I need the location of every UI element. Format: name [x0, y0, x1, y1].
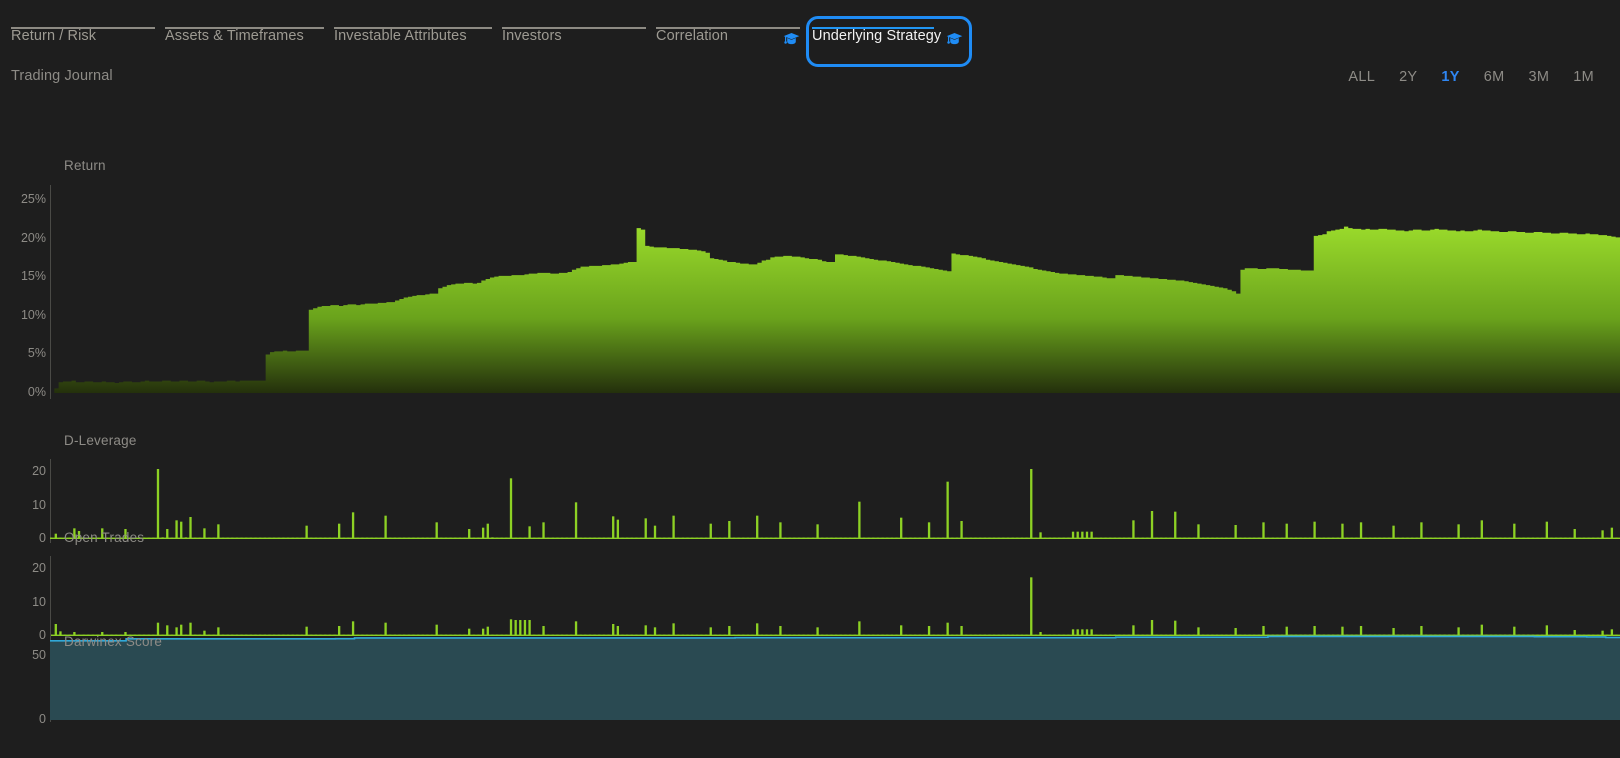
y-tick-label: 5%: [27, 346, 46, 361]
tab-correlation[interactable]: Correlation: [656, 28, 728, 60]
tab-underline-investors: [502, 27, 646, 29]
range-6m[interactable]: 6M: [1472, 69, 1517, 85]
return-chart-panel: Return 0% 5% 10% 15% 20% 25%: [0, 158, 1620, 460]
darwinexscore-area-chart[interactable]: [50, 628, 1620, 720]
y-tick-label: 20%: [20, 230, 46, 245]
y-tick-label: 20: [32, 464, 46, 479]
tab-underline-return-risk: [11, 27, 155, 29]
y-tick-label: 0: [39, 712, 46, 726]
range-all[interactable]: ALL: [1336, 69, 1387, 85]
range-1y[interactable]: 1Y: [1429, 69, 1471, 85]
tab-assets-timeframes[interactable]: Assets & Timeframes: [165, 28, 304, 60]
graduation-cap-icon[interactable]: [946, 32, 963, 46]
y-tick-label: 50: [32, 648, 46, 663]
y-tick-label: 10%: [20, 307, 46, 322]
tab-underline-correlation: [656, 27, 800, 29]
dleverage-chart-title: D-Leverage: [64, 433, 137, 448]
darwinexscore-chart-panel: Darwinex Score 0 50: [0, 620, 1620, 758]
tab-label: Correlation: [656, 28, 729, 44]
y-tick-label: 20: [32, 561, 46, 576]
tab-investable-attributes[interactable]: Investable Attributes: [334, 28, 467, 60]
tab-underline-investable-attributes: [334, 27, 492, 29]
score-area-fill: [50, 636, 1620, 720]
tab-bar: Return / Risk Assets & Timeframes Invest…: [0, 0, 1620, 67]
tab-label: Return / Risk: [11, 28, 97, 44]
tab-label: Investable Attributes: [334, 28, 467, 44]
y-tick-label: 25%: [20, 192, 46, 207]
y-tick-label: 15%: [20, 269, 46, 284]
dleverage-bar-chart[interactable]: [50, 459, 1620, 539]
tab-label: Underlying Strategy: [812, 28, 942, 44]
y-tick-label: 10: [32, 594, 46, 609]
return-chart-title: Return: [64, 158, 106, 173]
y-tick-label: 0: [39, 531, 46, 545]
tab-underline-underlying-strategy: [812, 27, 934, 29]
range-2y[interactable]: 2Y: [1387, 69, 1429, 85]
return-area-path: [50, 226, 1620, 393]
opentrades-chart-title: Open Trades: [64, 530, 145, 545]
underlying-strategy-page: Return / Risk Assets & Timeframes Invest…: [0, 0, 1620, 758]
tab-investors[interactable]: Investors: [502, 28, 562, 60]
y-tick-label: 0: [39, 628, 46, 642]
tab-underlying-strategy[interactable]: Underlying Strategy: [812, 28, 941, 60]
time-range-selector: ALL 2Y 1Y 6M 3M 1M: [1336, 69, 1606, 85]
tab-label: Investors: [502, 28, 562, 44]
spike-group: [50, 469, 1618, 539]
page-subtitle: Trading Journal: [11, 68, 113, 84]
charts-container: Return 0% 5% 10% 15% 20% 25% D-Leverage 0 10 20…: [0, 100, 1620, 758]
tab-return-risk[interactable]: Return / Risk: [11, 28, 96, 60]
y-tick-label: 10: [32, 497, 46, 512]
graduation-cap-icon[interactable]: [783, 32, 800, 46]
range-1m[interactable]: 1M: [1561, 69, 1606, 85]
range-3m[interactable]: 3M: [1517, 69, 1562, 85]
return-area-chart[interactable]: [50, 185, 1620, 393]
tab-underline-assets-timeframes: [165, 27, 324, 29]
y-tick-label: 0%: [27, 385, 46, 399]
tab-label: Assets & Timeframes: [165, 28, 304, 44]
